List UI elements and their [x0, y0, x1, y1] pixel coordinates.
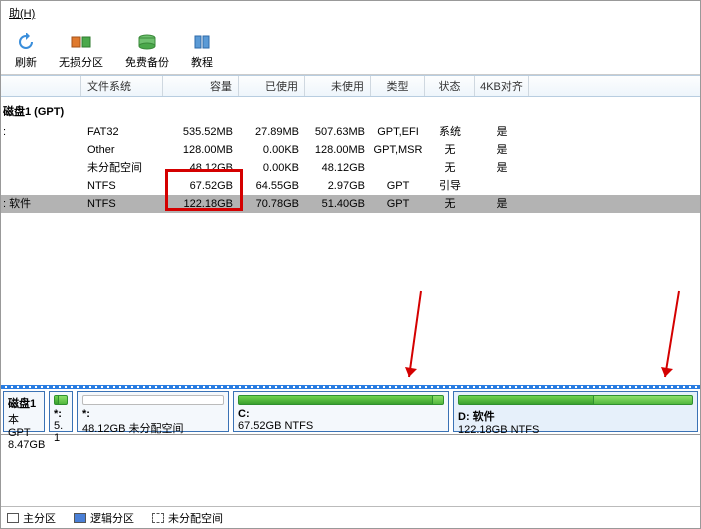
cell: 是: [475, 159, 529, 177]
cell: GPT: [371, 177, 425, 195]
p2-title: C:: [238, 408, 444, 420]
cell: 507.63MB: [305, 123, 371, 141]
legend-logical: 逻辑分区: [74, 510, 134, 526]
tutorial-label: 教程: [191, 54, 213, 70]
cell: 2.97GB: [305, 177, 371, 195]
cell: 引导: [425, 177, 475, 195]
cell: 70.78GB: [239, 195, 305, 213]
refresh-label: 刷新: [15, 54, 37, 70]
disk-group[interactable]: 磁盘1 (GPT): [1, 97, 700, 123]
disk-title: 磁盘1: [8, 395, 40, 411]
cell: 122.18GB: [163, 195, 239, 213]
table-header: 文件系统 容量 已使用 未使用 类型 状态 4KB对齐: [1, 75, 700, 97]
p3-title: D: 软件: [458, 408, 693, 424]
legend-primary: 主分区: [7, 510, 56, 526]
cell: GPT,EFI: [371, 123, 425, 141]
menubar: 助(H): [1, 1, 700, 27]
p1-title: *:: [82, 408, 224, 420]
col-type[interactable]: 类型: [371, 76, 425, 96]
cell: FAT32: [81, 123, 163, 141]
cell: 48.12GB: [305, 159, 371, 177]
table-row[interactable]: : 软件NTFS122.18GB70.78GB51.40GBGPT无是: [1, 195, 700, 213]
col-blank: [1, 76, 81, 96]
partition-block-3[interactable]: D: 软件 122.18GB NTFS: [453, 391, 698, 432]
lossless-button[interactable]: 无损分区: [59, 32, 103, 70]
tutorial-button[interactable]: 教程: [191, 32, 213, 70]
cell: 27.89MB: [239, 123, 305, 141]
backup-button[interactable]: 免费备份: [125, 32, 169, 70]
cell: 无: [425, 195, 475, 213]
cell: : 软件: [1, 195, 81, 213]
col-used[interactable]: 已使用: [239, 76, 305, 96]
partition-icon: [71, 32, 91, 52]
legend: 主分区 逻辑分区 未分配空间: [1, 506, 700, 528]
refresh-button[interactable]: 刷新: [15, 32, 37, 70]
table-row[interactable]: Other128.00MB0.00KB128.00MBGPT,MSR无是: [1, 141, 700, 159]
refresh-icon: [16, 32, 36, 52]
p0-sub: 5. 1: [54, 420, 68, 444]
p2-sub: 67.52GB NTFS: [238, 420, 444, 432]
book-icon: [192, 32, 212, 52]
partition-block-0[interactable]: *: 5. 1: [49, 391, 73, 432]
cell: 未分配空间: [81, 159, 163, 177]
cell: 128.00MB: [163, 141, 239, 159]
col-fs[interactable]: 文件系统: [81, 76, 163, 96]
cell: 无: [425, 141, 475, 159]
cell: 0.00KB: [239, 159, 305, 177]
cell: 是: [475, 195, 529, 213]
cell: 是: [475, 141, 529, 159]
menu-help[interactable]: 助(H): [9, 8, 35, 20]
cell: :: [1, 123, 81, 141]
partition-block-1[interactable]: *: 48.12GB 未分配空间: [77, 391, 229, 432]
cell: 无: [425, 159, 475, 177]
cell: 51.40GB: [305, 195, 371, 213]
cell: 0.00KB: [239, 141, 305, 159]
col-align[interactable]: 4KB对齐: [475, 76, 529, 96]
col-capacity[interactable]: 容量: [163, 76, 239, 96]
cell: 是: [475, 123, 529, 141]
disk-map: 磁盘1 本 GPT 8.47GB *: 5. 1 *: 48.12GB 未分配空…: [1, 385, 700, 435]
backup-label: 免费备份: [125, 54, 169, 70]
disk-header-block[interactable]: 磁盘1 本 GPT 8.47GB: [3, 391, 45, 432]
cell: 535.52MB: [163, 123, 239, 141]
disk-sub1: 本 GPT: [8, 411, 40, 439]
table-row[interactable]: :FAT32535.52MB27.89MB507.63MBGPT,EFI系统是: [1, 123, 700, 141]
p3-sub: 122.18GB NTFS: [458, 424, 693, 436]
table-row[interactable]: 未分配空间48.12GB0.00KB48.12GB无是: [1, 159, 700, 177]
col-status[interactable]: 状态: [425, 76, 475, 96]
cell: 48.12GB: [163, 159, 239, 177]
p0-title: *:: [54, 408, 68, 420]
partition-block-2[interactable]: C: 67.52GB NTFS: [233, 391, 449, 432]
cell: Other: [81, 141, 163, 159]
cell: 128.00MB: [305, 141, 371, 159]
cell: 67.52GB: [163, 177, 239, 195]
cell: 系统: [425, 123, 475, 141]
disk-sub2: 8.47GB: [8, 439, 40, 451]
arrow-annotation-1: [391, 291, 431, 394]
legend-unalloc: 未分配空间: [152, 510, 223, 526]
cell: 64.55GB: [239, 177, 305, 195]
arrow-annotation-2: [649, 291, 689, 394]
cell: NTFS: [81, 195, 163, 213]
partition-table: 磁盘1 (GPT) :FAT32535.52MB27.89MB507.63MBG…: [1, 97, 700, 213]
cell: GPT,MSR: [371, 141, 425, 159]
backup-icon: [137, 32, 157, 52]
toolbar: 刷新 无损分区 免费备份 教程: [1, 27, 700, 75]
col-unused[interactable]: 未使用: [305, 76, 371, 96]
cell: NTFS: [81, 177, 163, 195]
table-row[interactable]: NTFS67.52GB64.55GB2.97GBGPT引导: [1, 177, 700, 195]
p1-sub: 48.12GB 未分配空间: [82, 420, 224, 436]
cell: GPT: [371, 195, 425, 213]
lossless-label: 无损分区: [59, 54, 103, 70]
